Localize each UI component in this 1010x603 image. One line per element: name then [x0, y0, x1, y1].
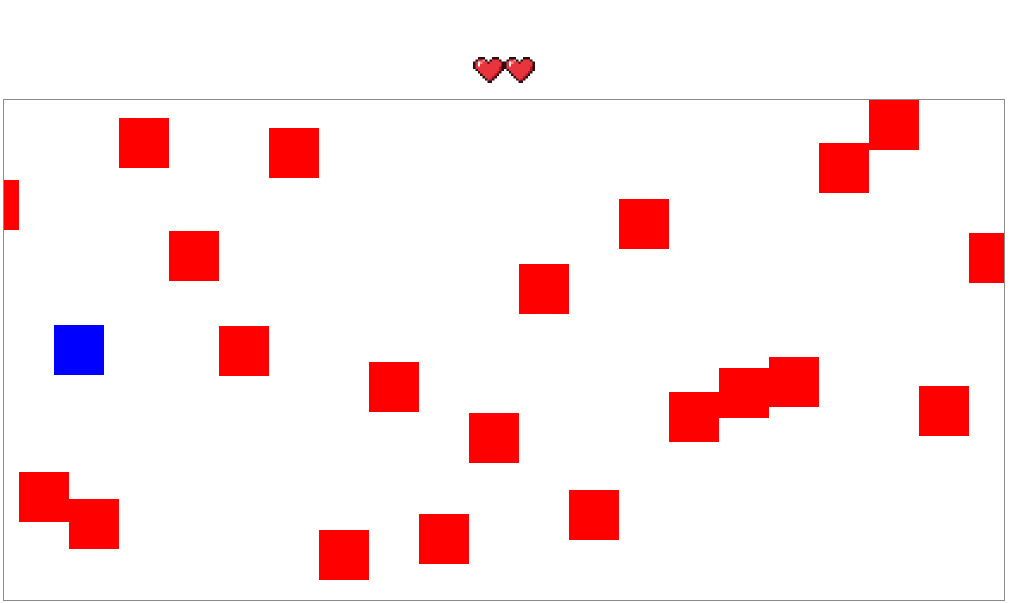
enemy-block — [869, 100, 919, 150]
enemy-block — [769, 357, 819, 407]
enemy-block — [319, 530, 369, 580]
enemy-block — [469, 413, 519, 463]
enemy-block — [669, 392, 719, 442]
heart-icon — [504, 56, 535, 84]
heart-icon — [473, 56, 504, 84]
enemy-block — [719, 368, 769, 418]
lives-indicator — [473, 54, 535, 86]
enemy-block — [269, 128, 319, 178]
enemy-block — [569, 490, 619, 540]
enemy-block — [919, 386, 969, 436]
enemy-block — [4, 180, 19, 230]
enemy-block — [219, 326, 269, 376]
enemy-block — [519, 264, 569, 314]
enemy-block — [69, 499, 119, 549]
enemy-block — [169, 231, 219, 281]
enemy-block — [819, 143, 869, 193]
game-board[interactable] — [3, 99, 1005, 601]
enemy-block — [619, 199, 669, 249]
enemy-block — [419, 514, 469, 564]
enemy-block — [969, 233, 1004, 283]
enemy-block — [19, 472, 69, 522]
enemy-block — [369, 362, 419, 412]
enemy-block — [119, 118, 169, 168]
player-block[interactable] — [54, 325, 104, 375]
